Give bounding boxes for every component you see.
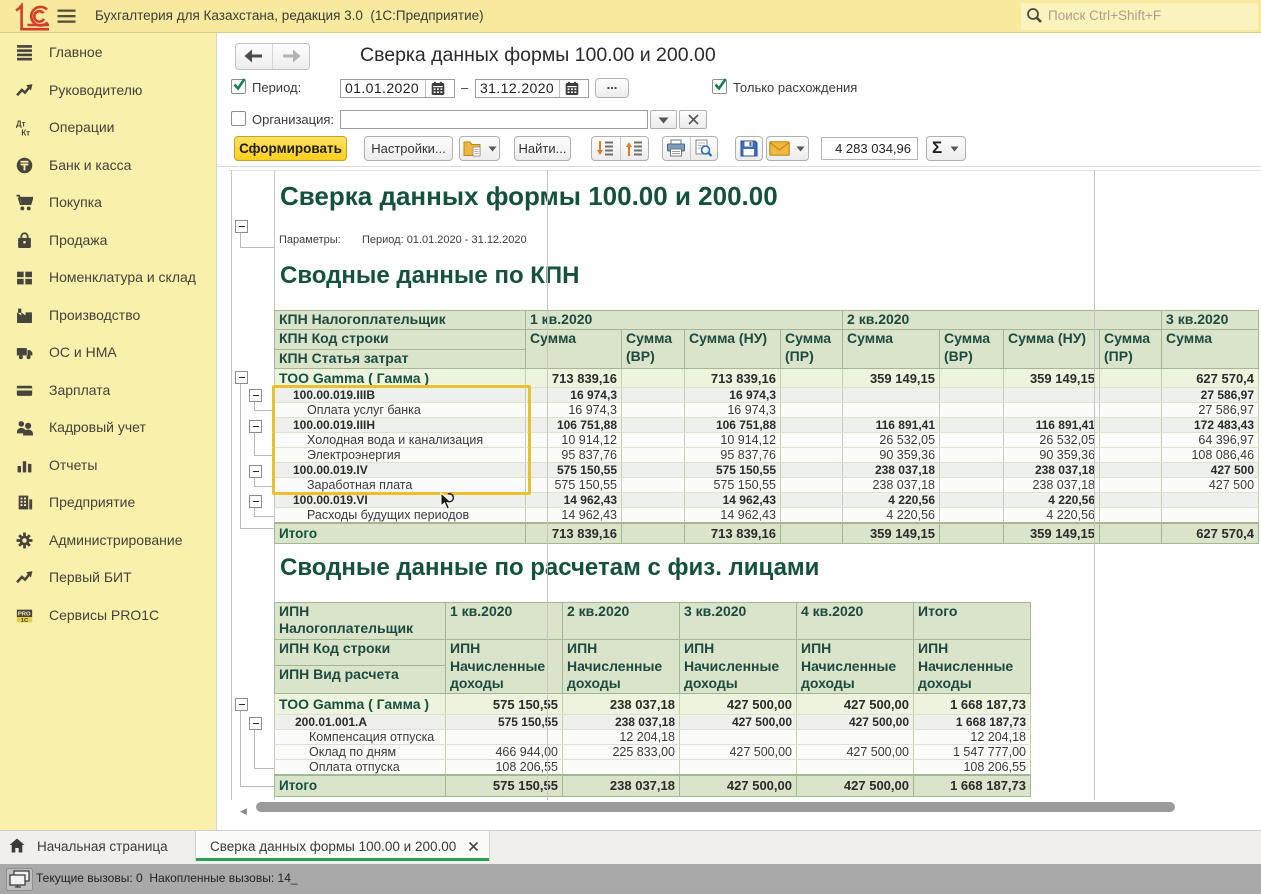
svg-text:Кт: Кт bbox=[21, 128, 30, 136]
svg-text:1С: 1С bbox=[21, 617, 29, 623]
svg-text:PRO: PRO bbox=[18, 611, 31, 617]
svg-text:Дт: Дт bbox=[16, 119, 26, 128]
